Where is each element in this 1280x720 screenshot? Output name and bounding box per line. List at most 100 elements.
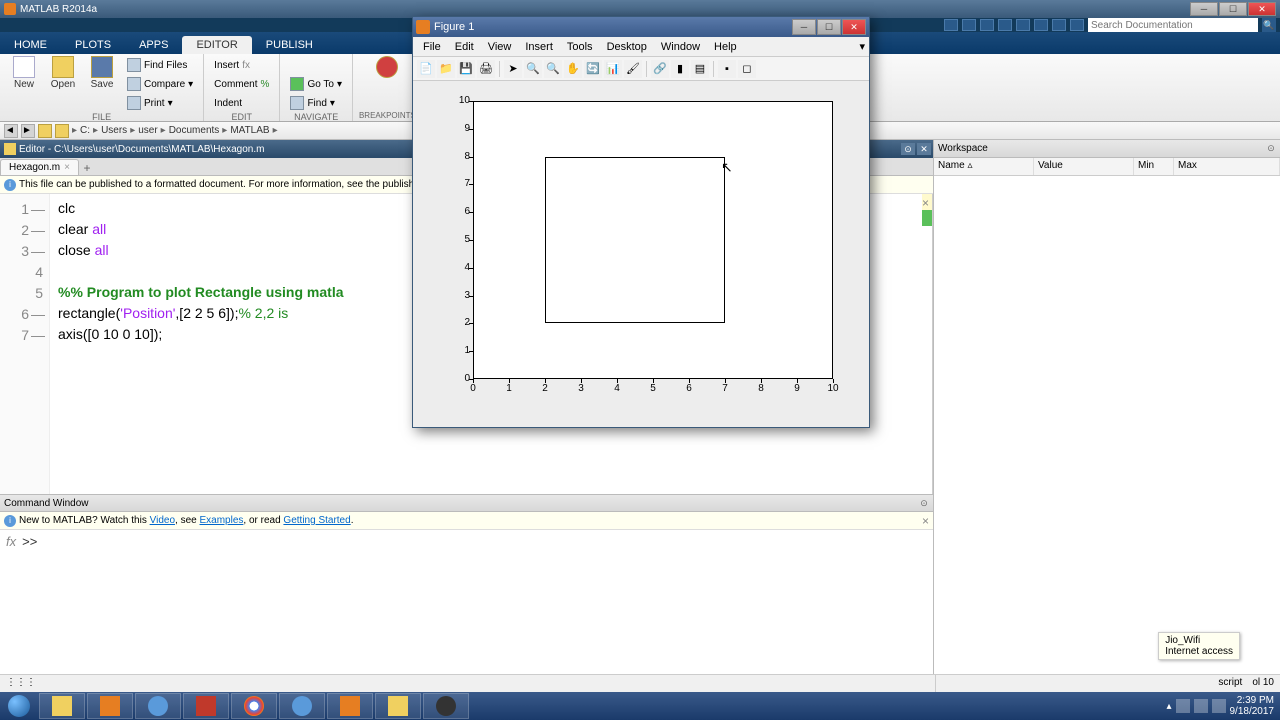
minimize-button[interactable]: ─ xyxy=(1190,2,1218,16)
menu-tools[interactable]: Tools xyxy=(561,39,599,55)
folder-icon[interactable] xyxy=(38,124,52,138)
search-button[interactable]: 🔍 xyxy=(1262,18,1276,32)
path-crumb[interactable]: Users xyxy=(101,125,127,136)
minimize-button[interactable]: ─ xyxy=(792,19,816,35)
col-max[interactable]: Max xyxy=(1174,158,1280,175)
show-tools-icon[interactable]: ◻ xyxy=(738,60,756,78)
find-button[interactable]: Find ▾ xyxy=(286,94,346,112)
breakpoints-button[interactable] xyxy=(369,56,405,79)
qat-icon[interactable] xyxy=(962,19,976,31)
qat-icon[interactable] xyxy=(980,19,994,31)
help-icon[interactable] xyxy=(1070,19,1084,31)
close-button[interactable]: ✕ xyxy=(842,19,866,35)
menu-edit[interactable]: Edit xyxy=(449,39,480,55)
menu-file[interactable]: File xyxy=(417,39,447,55)
tray-clock[interactable]: 2:39 PM9/18/2017 xyxy=(1230,695,1275,717)
menu-window[interactable]: Window xyxy=(655,39,706,55)
open-icon[interactable]: 📁 xyxy=(437,60,455,78)
save-button[interactable]: Save xyxy=(84,56,120,112)
menu-view[interactable]: View xyxy=(482,39,518,55)
zoom-in-icon[interactable]: 🔍 xyxy=(524,60,542,78)
file-tab[interactable]: Hexagon.m× xyxy=(0,159,79,175)
taskbar-app[interactable] xyxy=(183,693,229,719)
tab-home[interactable]: HOME xyxy=(0,36,61,54)
taskbar-obs[interactable] xyxy=(423,693,469,719)
workspace-body[interactable] xyxy=(934,176,1280,674)
col-min[interactable]: Min xyxy=(1134,158,1174,175)
figure-canvas[interactable]: 012345678910012345678910 ↖ xyxy=(413,81,869,427)
back-icon[interactable]: ◄ xyxy=(4,124,18,138)
panel-close-button[interactable]: ✕ xyxy=(917,143,931,155)
up-folder-icon[interactable] xyxy=(55,124,69,138)
taskbar-notes[interactable] xyxy=(375,693,421,719)
insert-button[interactable]: Insert fx xyxy=(210,56,273,74)
print-button[interactable]: Print ▾ xyxy=(123,94,197,112)
pan-icon[interactable]: ✋ xyxy=(564,60,582,78)
menu-chevron-icon[interactable]: ▾ xyxy=(859,40,865,53)
print-icon[interactable]: 🖨 xyxy=(477,60,495,78)
col-name[interactable]: Name ▵ xyxy=(934,158,1034,175)
taskbar-explorer[interactable] xyxy=(39,693,85,719)
menu-insert[interactable]: Insert xyxy=(519,39,559,55)
col-value[interactable]: Value xyxy=(1034,158,1134,175)
save-icon[interactable]: 💾 xyxy=(457,60,475,78)
brush-icon[interactable]: 🖌 xyxy=(624,60,642,78)
new-button[interactable]: New xyxy=(6,56,42,112)
new-figure-icon[interactable]: 📄 xyxy=(417,60,435,78)
open-button[interactable]: Open xyxy=(45,56,81,112)
qat-icon[interactable] xyxy=(944,19,958,31)
rotate-icon[interactable]: 🔄 xyxy=(584,60,602,78)
maximize-button[interactable]: ☐ xyxy=(1219,2,1247,16)
panel-dropdown-button[interactable]: ⊙ xyxy=(901,143,915,155)
hide-tools-icon[interactable]: ▪ xyxy=(718,60,736,78)
video-link[interactable]: Video xyxy=(150,515,175,526)
close-icon[interactable]: × xyxy=(64,162,70,173)
path-crumb[interactable]: MATLAB xyxy=(230,125,269,136)
getting-started-link[interactable]: Getting Started xyxy=(283,515,350,526)
menu-help[interactable]: Help xyxy=(708,39,743,55)
figure-window[interactable]: Figure 1 ─ ☐ ✕ File Edit View Insert Too… xyxy=(412,16,870,428)
forward-icon[interactable]: ► xyxy=(21,124,35,138)
menu-desktop[interactable]: Desktop xyxy=(601,39,653,55)
code-body[interactable]: clc clear all close all %% Program to pl… xyxy=(50,194,352,494)
find-files-button[interactable]: Find Files xyxy=(123,56,197,74)
qat-icon[interactable] xyxy=(1016,19,1030,31)
taskbar-chrome[interactable] xyxy=(231,693,277,719)
tab-apps[interactable]: APPS xyxy=(125,36,182,54)
tab-publish[interactable]: PUBLISH xyxy=(252,36,327,54)
comment-button[interactable]: Comment % xyxy=(210,75,273,93)
search-documentation-input[interactable] xyxy=(1088,18,1258,32)
taskbar-matlab[interactable] xyxy=(327,693,373,719)
qat-icon[interactable] xyxy=(1052,19,1066,31)
examples-link[interactable]: Examples xyxy=(199,515,243,526)
figure-titlebar[interactable]: Figure 1 ─ ☐ ✕ xyxy=(413,17,869,37)
qat-icon[interactable] xyxy=(1034,19,1048,31)
path-crumb[interactable]: C: xyxy=(80,125,90,136)
close-button[interactable]: ✕ xyxy=(1248,2,1276,16)
pointer-icon[interactable]: ➤ xyxy=(504,60,522,78)
path-crumb[interactable]: user xyxy=(138,125,157,136)
data-cursor-icon[interactable]: 📊 xyxy=(604,60,622,78)
taskbar-mediaplayer[interactable] xyxy=(87,693,133,719)
zoom-out-icon[interactable]: 🔍 xyxy=(544,60,562,78)
taskbar-chromium[interactable] xyxy=(279,693,325,719)
colorbar-icon[interactable]: ▮ xyxy=(671,60,689,78)
tray-network-icon[interactable] xyxy=(1194,699,1208,713)
tab-editor[interactable]: EDITOR xyxy=(182,36,251,54)
infobar-close-icon[interactable]: × xyxy=(922,196,929,210)
panel-dropdown-button[interactable]: ⊙ xyxy=(1264,143,1278,155)
goto-button[interactable]: Go To ▾ xyxy=(286,75,346,93)
tray-chevron-icon[interactable]: ▴ xyxy=(1166,701,1171,712)
maximize-button[interactable]: ☐ xyxy=(817,19,841,35)
link-icon[interactable]: 🔗 xyxy=(651,60,669,78)
compare-button[interactable]: Compare ▾ xyxy=(123,75,197,93)
indent-button[interactable]: Indent xyxy=(210,94,273,112)
start-button[interactable] xyxy=(0,692,38,720)
panel-dropdown-button[interactable]: ⊙ xyxy=(917,497,931,509)
qat-icon[interactable] xyxy=(998,19,1012,31)
taskbar-ie[interactable] xyxy=(135,693,181,719)
add-tab-button[interactable]: + xyxy=(79,161,95,175)
command-window-body[interactable]: fx >> xyxy=(0,530,933,674)
tray-volume-icon[interactable] xyxy=(1212,699,1226,713)
tab-plots[interactable]: PLOTS xyxy=(61,36,125,54)
